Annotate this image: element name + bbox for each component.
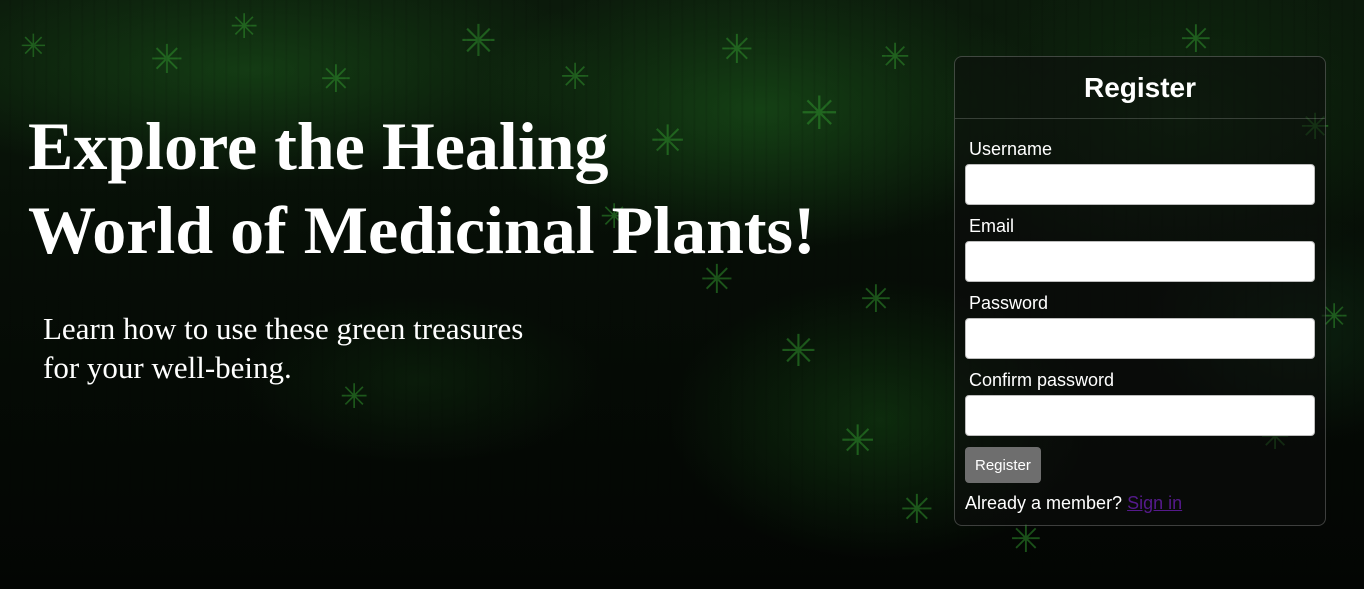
password-field-group: Password	[965, 282, 1315, 359]
register-card: Register Username Email Password Confirm…	[954, 56, 1326, 526]
hero-title-line-1: Explore the Healing	[28, 108, 609, 184]
hero-subtitle-line-1: Learn how to use these green treasures	[43, 311, 524, 346]
register-button[interactable]: Register	[965, 447, 1041, 483]
confirm-password-input[interactable]	[965, 395, 1315, 436]
username-field-group: Username	[965, 119, 1315, 205]
confirm-password-field-group: Confirm password	[965, 359, 1315, 436]
password-input[interactable]	[965, 318, 1315, 359]
username-input[interactable]	[965, 164, 1315, 205]
sign-in-link[interactable]: Sign in	[1127, 493, 1182, 513]
already-member-line: Already a member? Sign in	[965, 492, 1313, 514]
register-title: Register	[1083, 72, 1197, 103]
hero-title: Explore the Healing World of Medicinal P…	[28, 104, 908, 272]
hero-subtitle-line-2: for your well-being.	[43, 350, 292, 385]
username-label: Username	[969, 139, 1053, 159]
hero-subtitle: Learn how to use these green treasures f…	[43, 309, 523, 387]
hero-title-line-2: World of Medicinal Plants!	[28, 192, 816, 268]
already-member-text: Already a member?	[965, 493, 1123, 513]
confirm-password-label: Confirm password	[969, 370, 1115, 390]
register-form: Username Email Password Confirm password…	[955, 119, 1325, 514]
password-label: Password	[969, 293, 1049, 313]
register-card-header: Register	[955, 57, 1325, 119]
email-input[interactable]	[965, 241, 1315, 282]
email-field-group: Email	[965, 205, 1315, 282]
email-label: Email	[969, 216, 1015, 236]
